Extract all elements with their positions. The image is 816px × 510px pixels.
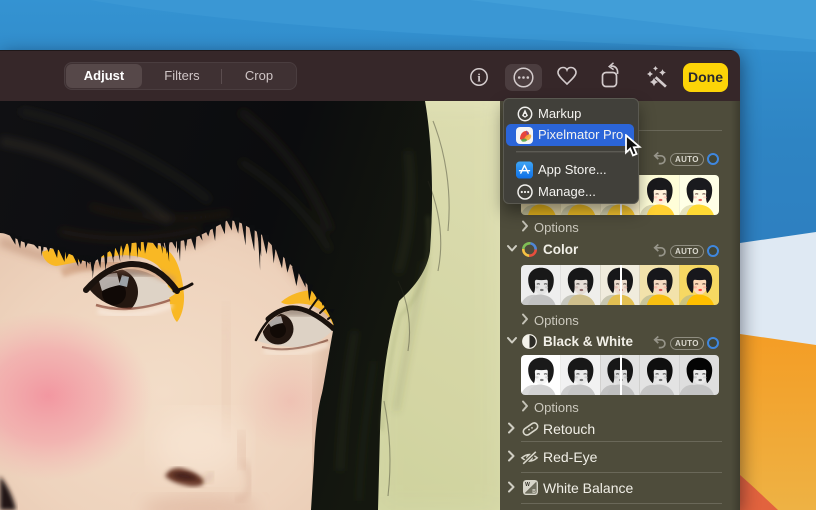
svg-text:i: i <box>477 71 481 85</box>
